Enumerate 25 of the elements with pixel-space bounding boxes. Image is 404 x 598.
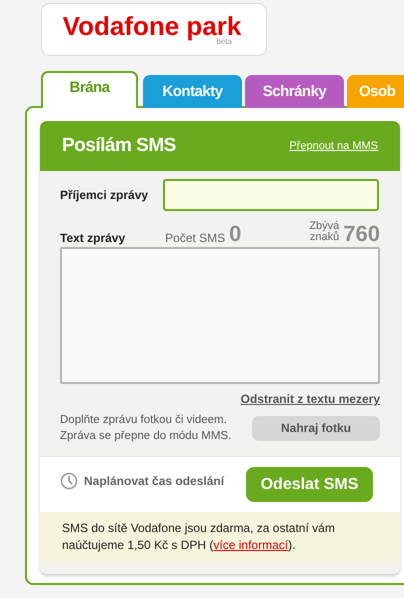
tab[interactable]: Schránky — [245, 75, 344, 108]
tab[interactable]: Brána — [41, 71, 138, 108]
upload-photo-button[interactable]: Nahraj fotku — [252, 416, 380, 440]
message-field[interactable] — [60, 247, 380, 384]
message-label: Text zprávy — [60, 231, 126, 245]
photo-hint: Doplňte zprávu fotkou či videem. Zpráva se přepne do módu MMS. — [60, 413, 232, 444]
tab[interactable]: Osob — [347, 75, 404, 108]
remaining-count: 760 — [343, 223, 380, 245]
more-info-link[interactable]: více informací — [213, 538, 288, 552]
logo[interactable]: Vodafone park beta — [41, 3, 267, 56]
clock-icon — [60, 472, 78, 490]
sms-count: 0 — [229, 223, 242, 245]
send-sms-button[interactable]: Odeslat SMS — [246, 467, 373, 502]
tab[interactable]: Kontakty — [143, 75, 242, 108]
remove-spaces-link[interactable]: Odstranit z textu mezery — [240, 392, 380, 406]
remaining-label: Zbývá znaků — [309, 221, 340, 243]
beta-label: beta — [216, 37, 232, 46]
recipient-field[interactable] — [163, 179, 379, 211]
card-title: Posílám SMS — [62, 135, 176, 157]
info-text: SMS do sítě Vodafone jsou zdarma, za ostatní vám naúčtujeme 1,50 Kč s DPH (více informací). — [40, 512, 400, 562]
sms-count-label: Počet SMS — [165, 231, 226, 245]
switch-mms-link[interactable]: Přepnout na MMS — [289, 140, 378, 152]
logo-name: Vodafone park — [62, 13, 242, 39]
schedule-link[interactable]: Naplánovat čas odeslání — [84, 474, 224, 488]
recipient-label: Příjemci zprávy — [60, 188, 150, 202]
